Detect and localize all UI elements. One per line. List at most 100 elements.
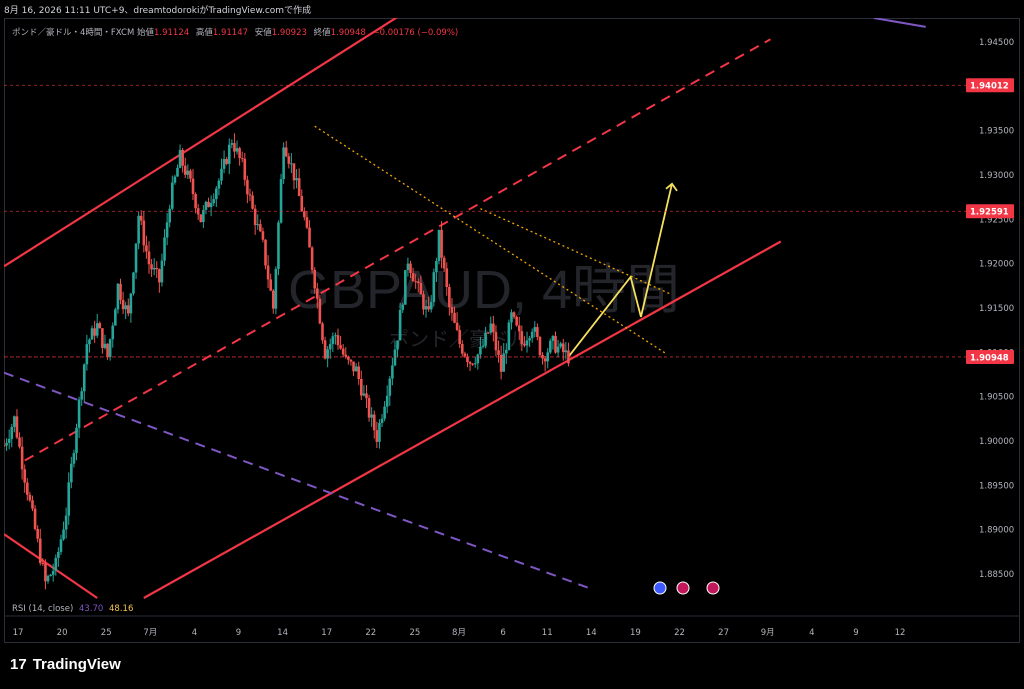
legend-low-label: 安値 [254, 28, 272, 38]
y-tick-label: 1.91500 [979, 304, 1014, 314]
candle-body [315, 288, 319, 299]
candle-body [564, 350, 568, 353]
candle-body [528, 338, 531, 341]
candle-body [520, 331, 524, 344]
candle-body [365, 393, 368, 399]
candle-body [23, 469, 27, 483]
candle-body [134, 243, 138, 273]
candle-body [269, 279, 272, 291]
candle-body [147, 251, 151, 265]
candle-body [142, 220, 146, 246]
candle-body [372, 414, 376, 431]
x-tick-label: 6 [500, 628, 505, 638]
candle-body [481, 345, 485, 347]
candle-body [512, 312, 516, 317]
candle-body [321, 323, 324, 341]
candle-body [181, 149, 184, 166]
tradingview-footer[interactable]: 17 TradingView [10, 656, 121, 673]
candle-body [274, 268, 278, 309]
candle-body [380, 418, 384, 423]
candle-body [476, 354, 480, 364]
candle-body [419, 283, 423, 295]
candle-body [551, 335, 555, 341]
candle-body [72, 453, 76, 464]
candle-body [536, 327, 539, 338]
candle-body [230, 143, 234, 145]
candle-body [396, 340, 399, 350]
candle-body [106, 343, 109, 357]
candle-body [305, 217, 309, 228]
candle-body [341, 348, 345, 355]
rsi-value-2: 48.16 [109, 604, 134, 614]
candle-body [323, 340, 327, 359]
candle-body [414, 281, 417, 283]
candle-body [264, 239, 267, 266]
y-tick-label: 1.90000 [979, 437, 1014, 447]
y-tick-label: 1.94500 [979, 38, 1014, 48]
candle-body [215, 188, 218, 200]
candle-body [4, 445, 6, 447]
candle-body [124, 305, 127, 310]
candle-body [486, 332, 490, 334]
candle-body [233, 143, 236, 152]
economic-events[interactable] [653, 581, 720, 595]
candle-body [282, 147, 285, 180]
candle-body [453, 312, 456, 323]
candle-body [313, 269, 317, 289]
price-label: 1.92591 [970, 208, 1009, 218]
candle-body [67, 482, 71, 516]
candle-body [437, 229, 441, 262]
time-axis[interactable]: 17 20 25 7月 4 9 14 17 22 25 8月 6 11 14 19 22 27 9月 4 9 12 [4, 615, 1020, 638]
candle-body [543, 358, 547, 362]
candle-body [150, 264, 153, 270]
candle-body [360, 378, 363, 396]
candle-body [489, 323, 493, 333]
candle-body [54, 557, 58, 572]
candle-body [370, 414, 373, 418]
candle-body [111, 325, 115, 340]
candle-body [497, 350, 500, 355]
candle-body [549, 340, 552, 353]
x-tick-label: 4 [192, 628, 197, 638]
candle-body [484, 332, 487, 346]
candle-body [375, 430, 379, 442]
candle-body [194, 194, 197, 209]
x-tick-label: 17 [321, 628, 332, 638]
x-tick-label: 11 [542, 628, 553, 638]
candle-body [77, 399, 81, 428]
price-chart[interactable]: GBPAUD, 4時間 ポンド／豪ドル 1.945001.940001.9350… [4, 18, 1020, 643]
candle-body [510, 312, 513, 323]
x-tick-label: 17 [13, 628, 24, 638]
candle-body [209, 203, 213, 208]
y-tick-label: 1.93500 [979, 127, 1014, 137]
x-tick-label: 25 [101, 628, 112, 638]
candle-body [114, 309, 117, 326]
candle-body [502, 353, 506, 372]
candle-body [191, 178, 195, 195]
candle-body [334, 335, 337, 337]
y-tick-label: 1.88500 [979, 570, 1014, 580]
candle-body [290, 163, 293, 165]
purple-trend-line [4, 371, 595, 591]
candle-body [354, 366, 358, 372]
price-label: 1.94012 [970, 82, 1009, 92]
candle-body [331, 336, 335, 345]
candle-body [129, 293, 133, 314]
candle-body [440, 229, 443, 258]
legend-close: 1.90948 [330, 28, 366, 38]
candle-body [429, 302, 433, 310]
candle-body [36, 528, 39, 539]
candle-body [7, 438, 11, 443]
candle-body [295, 178, 298, 181]
candle-body [559, 343, 562, 347]
candle-body [227, 144, 231, 164]
candle-body [300, 196, 304, 212]
y-tick-label: 1.90500 [979, 393, 1014, 403]
candle-body [303, 211, 306, 218]
candle-body [401, 304, 405, 310]
candle-body [284, 147, 288, 157]
candle-body [217, 180, 221, 189]
watermark: GBPAUD, 4時間 ポンド／豪ドル [288, 260, 680, 351]
candle-body [137, 215, 140, 244]
candle-body [450, 307, 454, 313]
